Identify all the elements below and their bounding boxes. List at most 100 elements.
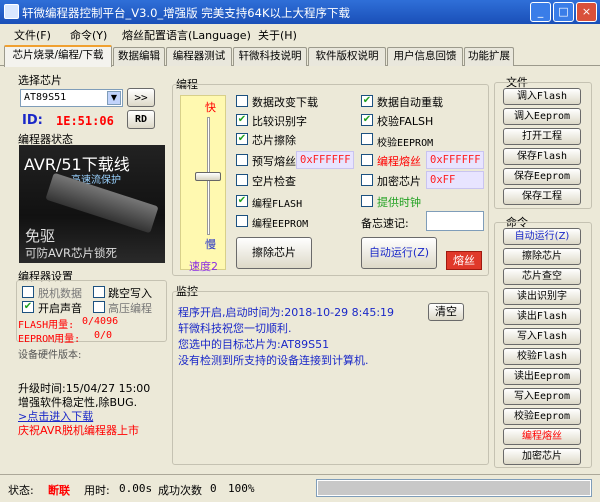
read-id-button[interactable]: RD: [127, 110, 155, 129]
chip-select-label: 选择芯片: [18, 74, 62, 87]
flash-usage-value: 0/4096: [82, 316, 119, 327]
offline-data-checkbox[interactable]: [22, 286, 34, 298]
open-project-button[interactable]: 打开工程: [503, 128, 581, 145]
cmd-read-id-button[interactable]: 读出识别字: [503, 288, 581, 305]
tab-extensions[interactable]: 功能扩展: [464, 47, 514, 66]
sound-checkbox[interactable]: ✔: [22, 301, 34, 313]
program-fuse-checkbox[interactable]: [361, 154, 373, 166]
erase-chip-button[interactable]: 擦除芯片: [236, 237, 312, 269]
cmd-read-flash-button[interactable]: 读出Flash: [503, 308, 581, 325]
app-icon: [4, 4, 19, 19]
data-change-download-checkbox[interactable]: [236, 95, 248, 107]
save-eeprom-button[interactable]: 保存Eeprom: [503, 168, 581, 185]
save-flash-button[interactable]: 保存Flash: [503, 148, 581, 165]
programmer-image: AVR/51下载线 高速流保护 免驱 可防AVR芯片锁死: [19, 145, 165, 263]
chip-select-dropdown[interactable]: AT89S51 ▼: [20, 89, 123, 107]
cmd-write-flash-button[interactable]: 写入Flash: [503, 328, 581, 345]
load-flash-button[interactable]: 调入Flash: [503, 88, 581, 105]
prewrite-fuse-label: 预写熔丝: [252, 155, 296, 168]
fuse-button[interactable]: 熔丝: [446, 251, 482, 270]
maximize-button[interactable]: □: [553, 2, 574, 22]
auto-run-button[interactable]: 自动运行(Z): [361, 237, 437, 269]
progress-percent: 100%: [228, 482, 255, 495]
verify-eeprom-label: 校验EEPROM: [377, 138, 434, 149]
verify-eeprom-checkbox[interactable]: [361, 133, 373, 145]
program-fuse-field[interactable]: 0xFFFFFF: [426, 151, 484, 169]
cmd-erase-chip-button[interactable]: 擦除芯片: [503, 248, 581, 265]
auto-reload-checkbox[interactable]: ✔: [361, 95, 373, 107]
memo-label: 备忘速记:: [361, 217, 409, 230]
cmd-blank-check-button[interactable]: 芯片查空: [503, 268, 581, 285]
menu-command[interactable]: 命令(Y): [70, 27, 107, 43]
image-text-antilock: 可防AVR芯片锁死: [25, 246, 117, 260]
id-value: 1E:51:06: [56, 114, 114, 128]
compare-id-checkbox[interactable]: ✔: [236, 114, 248, 126]
menu-file[interactable]: 文件(F): [14, 27, 51, 43]
monitor-line: 没有检测到所支持的设备连接到计算机.: [178, 354, 369, 367]
menu-about[interactable]: 关于(H): [258, 27, 297, 43]
progress-fill: [318, 481, 590, 495]
memo-input[interactable]: [426, 211, 484, 231]
prewrite-fuse-field[interactable]: 0xFFFFFF: [296, 151, 354, 169]
auto-reload-label: 数据自动重载: [377, 96, 443, 109]
hardware-version-label: 设备硬件版本:: [18, 350, 82, 361]
tab-burn[interactable]: 芯片烧录/编程/下载: [4, 45, 112, 67]
minimize-button[interactable]: _: [530, 2, 551, 22]
status-bar: 状态: 断联 用时: 0.00s 成功次数 0 100%: [0, 474, 600, 502]
compare-id-label: 比较识别字: [252, 115, 307, 128]
time-label: 用时:: [84, 484, 110, 497]
clear-monitor-button[interactable]: 清空: [428, 303, 464, 321]
cmd-read-eeprom-button[interactable]: 读出Eeprom: [503, 368, 581, 385]
status-label: 状态:: [8, 484, 34, 497]
program-flash-checkbox[interactable]: ✔: [236, 195, 248, 207]
cmd-verify-eeprom-button[interactable]: 校验Eeprom: [503, 408, 581, 425]
tab-programmer-test[interactable]: 编程器测试: [166, 47, 232, 66]
high-voltage-checkbox[interactable]: [93, 301, 105, 313]
speed-slow-label: 慢: [205, 238, 216, 251]
menu-bar: 文件(F) 命令(Y) 熔丝配置语言(Language) 关于(H): [0, 24, 600, 43]
menu-language[interactable]: 熔丝配置语言(Language): [122, 27, 251, 43]
chip-select-value: AT89S51: [24, 92, 67, 103]
cmd-auto-run-button[interactable]: 自动运行(Z): [503, 228, 581, 245]
program-eeprom-checkbox[interactable]: [236, 215, 248, 227]
chevron-down-icon: ▼: [107, 91, 121, 105]
provide-clock-label: 提供时钟: [377, 196, 421, 209]
close-button[interactable]: ×: [576, 2, 597, 22]
program-flash-label: 编程FLASH: [252, 199, 303, 210]
tab-data-edit[interactable]: 数据编辑: [113, 47, 165, 66]
success-count-value: 0: [210, 482, 217, 495]
window-title: 轩微编程器控制平台_V3.0_增强版 完美支持64K以上大程序下载: [22, 6, 350, 20]
eeprom-usage-label: EEPROM用量:: [18, 334, 81, 345]
cmd-write-eeprom-button[interactable]: 写入Eeprom: [503, 388, 581, 405]
tab-copyright[interactable]: 软件版权说明: [308, 47, 386, 66]
verify-flash-checkbox[interactable]: ✔: [361, 114, 373, 126]
data-change-download-label: 数据改变下载: [252, 96, 318, 109]
speed-fast-label: 快: [205, 101, 216, 114]
load-eeprom-button[interactable]: 调入Eeprom: [503, 108, 581, 125]
id-label: ID:: [22, 113, 43, 128]
status-value: 断联: [48, 484, 70, 497]
blank-check-checkbox[interactable]: [236, 174, 248, 186]
cmd-verify-flash-button[interactable]: 校验Flash: [503, 348, 581, 365]
speed-slider-thumb[interactable]: [195, 172, 221, 181]
title-bar: 轩微编程器控制平台_V3.0_增强版 完美支持64K以上大程序下载 _ □ ×: [0, 0, 600, 24]
speed-value: 速度2: [189, 260, 218, 273]
program-eeprom-label: 编程EEPROM: [252, 219, 309, 230]
encrypt-chip-label: 加密芯片: [377, 175, 421, 188]
encrypt-chip-checkbox[interactable]: [361, 174, 373, 186]
cmd-program-fuse-button[interactable]: 编程熔丝: [503, 428, 581, 445]
encrypt-field[interactable]: 0xFF: [426, 171, 484, 189]
tab-xuanwei-info[interactable]: 轩微科技说明: [233, 47, 307, 66]
cmd-encrypt-chip-button[interactable]: 加密芯片: [503, 448, 581, 465]
tab-feedback[interactable]: 用户信息回馈: [387, 47, 463, 66]
chip-erase-label: 芯片擦除: [252, 134, 296, 147]
sound-label: 开启声音: [38, 302, 82, 315]
save-project-button[interactable]: 保存工程: [503, 188, 581, 205]
provide-clock-checkbox[interactable]: [361, 195, 373, 207]
next-chip-button[interactable]: >>: [127, 88, 155, 107]
skip-empty-checkbox[interactable]: [93, 286, 105, 298]
offline-data-label: 脱机数据: [38, 287, 82, 300]
time-value: 0.00s: [119, 482, 153, 495]
chip-erase-checkbox[interactable]: ✔: [236, 133, 248, 145]
prewrite-fuse-checkbox[interactable]: [236, 154, 248, 166]
